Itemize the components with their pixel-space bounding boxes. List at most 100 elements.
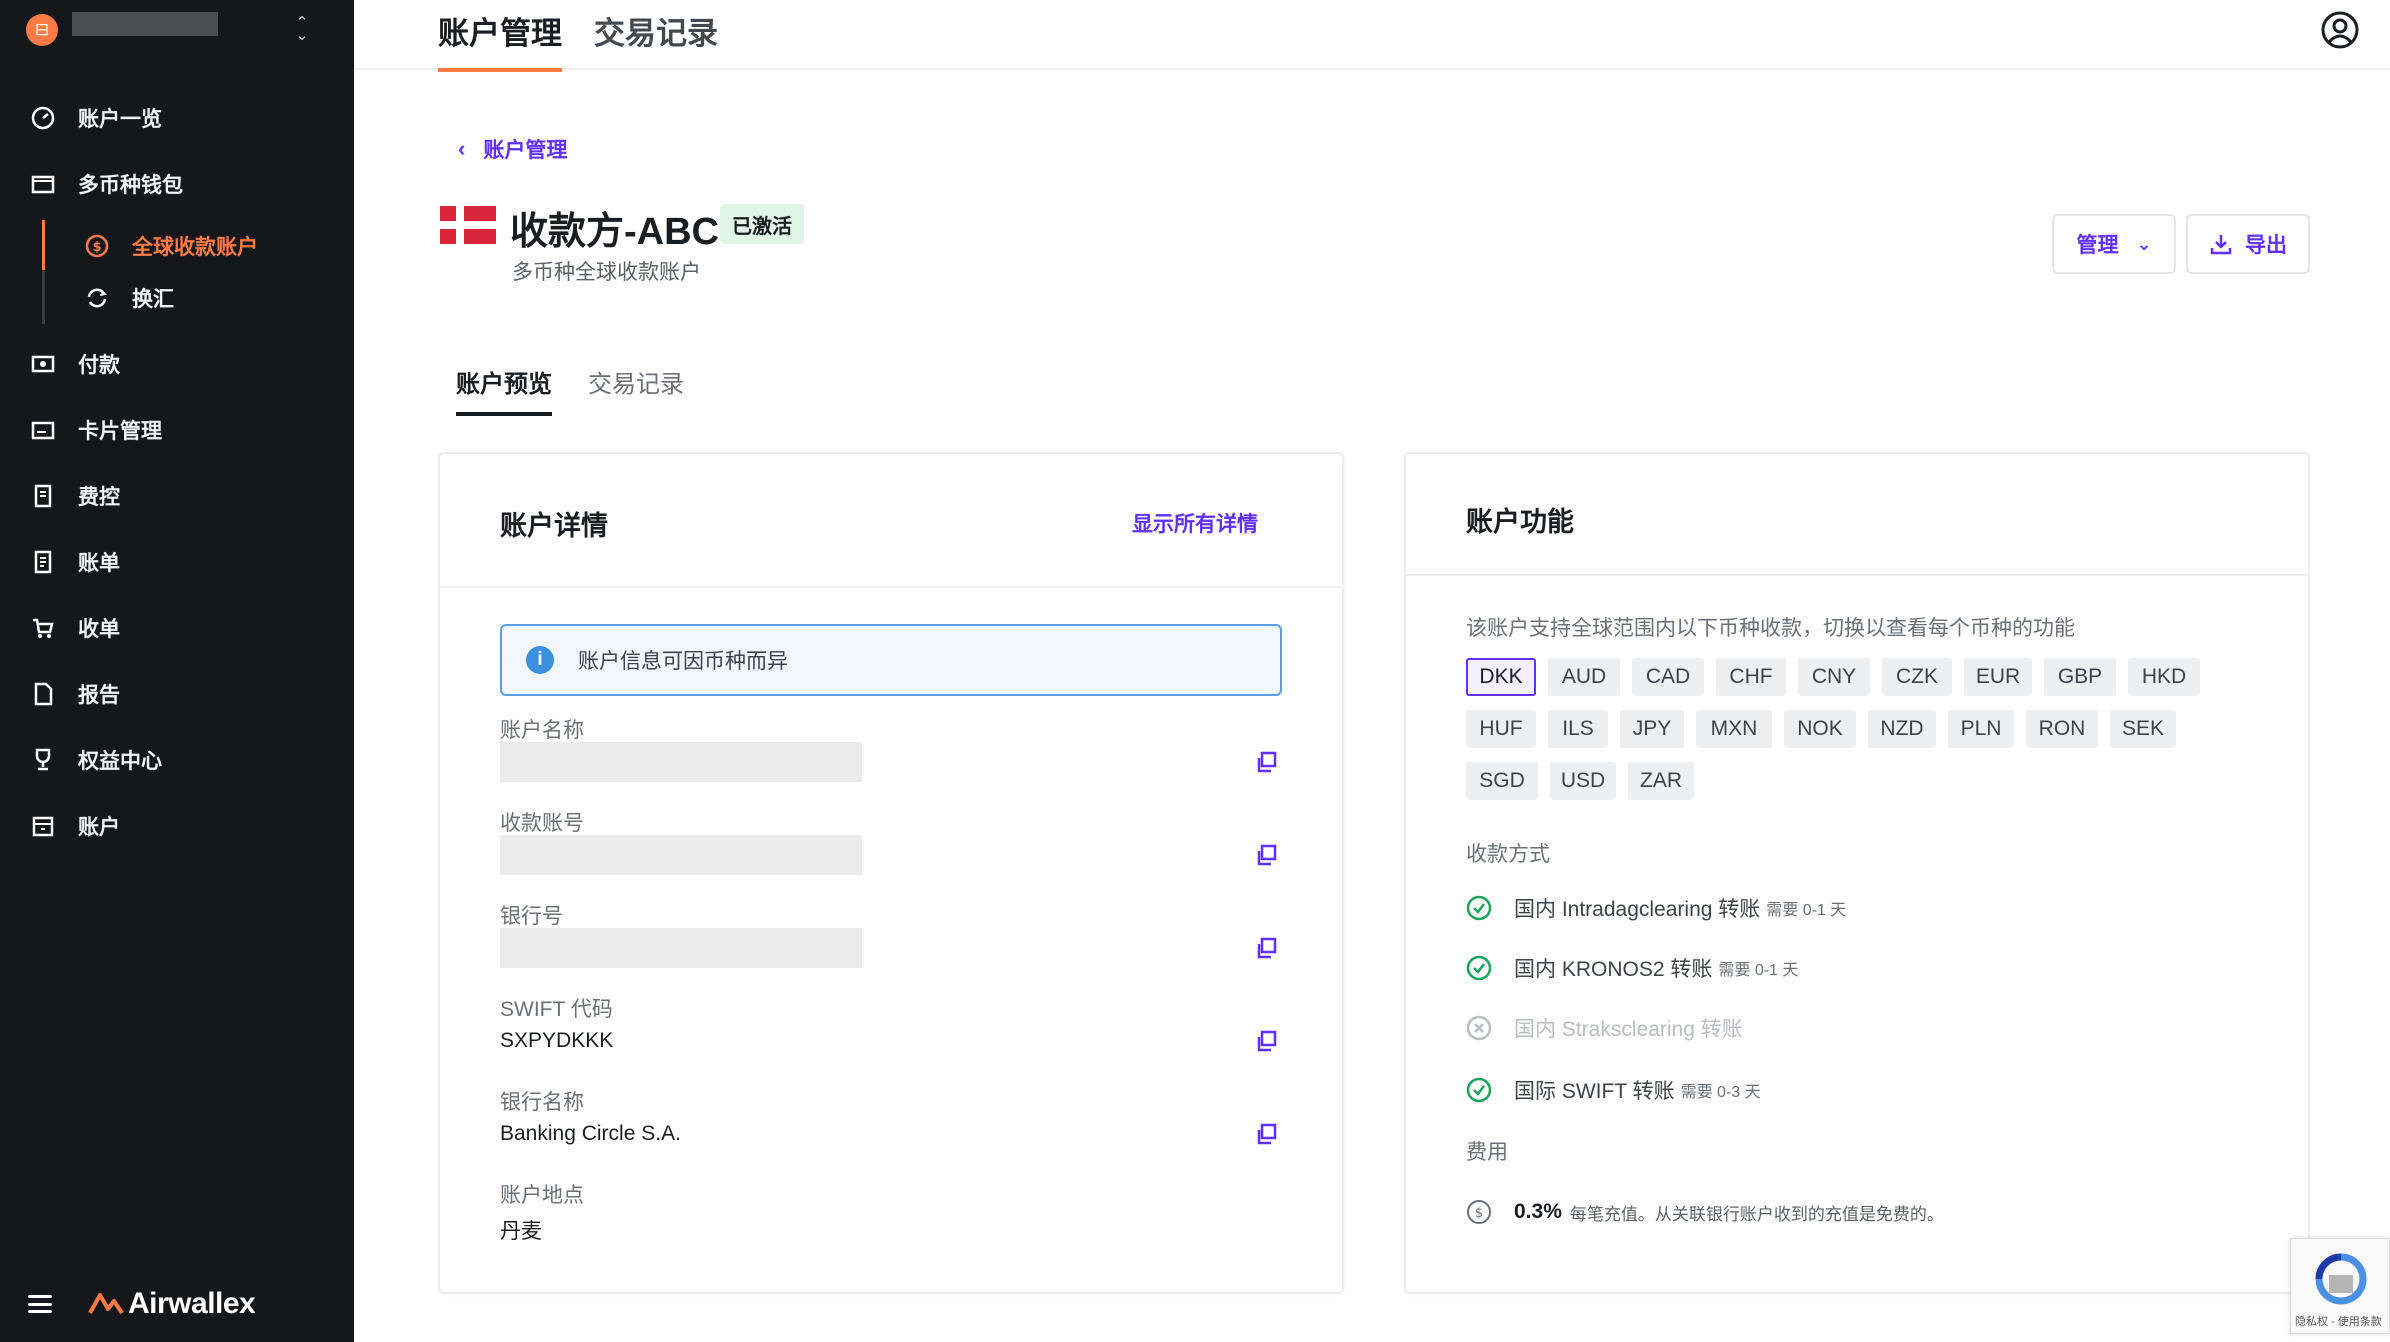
sidebar-item-label: 多币种钱包 bbox=[78, 174, 183, 197]
currency-chip[interactable]: USD bbox=[1550, 762, 1616, 800]
page-title: 收款方-ABC bbox=[510, 211, 719, 253]
exchange-icon bbox=[82, 283, 112, 313]
currency-chip[interactable]: RON bbox=[2026, 710, 2098, 748]
sidebar-item-label: 报告 bbox=[78, 684, 120, 707]
tab-account-overview[interactable]: 账户预览 bbox=[456, 364, 552, 416]
fee-row: $ 0.3% 每笔充值。从关联银行账户收到的充值是免费的。 bbox=[1466, 1196, 1944, 1228]
org-name-redacted bbox=[72, 12, 218, 36]
sidebar-item-acquiring[interactable]: 收单 bbox=[28, 608, 120, 648]
sidebar-item-dashboard[interactable]: 账户一览 bbox=[28, 98, 162, 138]
airwallex-logo: Airwallex bbox=[88, 1287, 256, 1321]
sidebar-item-reports[interactable]: 报告 bbox=[28, 674, 120, 714]
export-button[interactable]: 导出 bbox=[2186, 214, 2310, 274]
card-title: 账户详情 bbox=[500, 511, 608, 541]
svg-text:$: $ bbox=[92, 240, 101, 255]
org-switcher[interactable]: ⊟ ⌃ ⌄ bbox=[26, 12, 326, 46]
copy-icon[interactable] bbox=[1254, 1029, 1278, 1053]
sidebar-item-rewards[interactable]: 权益中心 bbox=[28, 740, 162, 780]
wallet-icon bbox=[28, 169, 58, 199]
currency-chip[interactable]: HKD bbox=[2128, 658, 2200, 696]
sidebar-footer: Airwallex bbox=[28, 1284, 256, 1324]
sidebar-item-label: 账单 bbox=[78, 552, 120, 575]
currency-chip[interactable]: AUD bbox=[1548, 658, 1620, 696]
sidebar-item-account[interactable]: 账户 bbox=[28, 806, 120, 846]
currency-chip[interactable]: JPY bbox=[1620, 710, 1684, 748]
sidebar-item-payout[interactable]: 付款 bbox=[28, 344, 120, 384]
currency-chip[interactable]: DKK bbox=[1466, 658, 1536, 696]
menu-icon[interactable] bbox=[28, 1295, 52, 1313]
sidebar-item-bills[interactable]: 账单 bbox=[28, 542, 120, 582]
field-bank-code: 银行号 bbox=[500, 900, 1280, 980]
tab-transactions[interactable]: 交易记录 bbox=[594, 8, 718, 70]
card-icon bbox=[28, 415, 58, 445]
currency-chip[interactable]: NZD bbox=[1868, 710, 1936, 748]
sidebar-item-label: 卡片管理 bbox=[78, 420, 162, 443]
top-bar: 账户管理 交易记录 bbox=[354, 0, 2390, 72]
check-circle-icon bbox=[1466, 955, 1492, 981]
sidebar-subitem-global-account[interactable]: $ 全球收款账户 bbox=[82, 226, 258, 266]
recaptcha-badge[interactable]: 隐私权 - 使用条款 bbox=[2290, 1238, 2390, 1334]
sidebar-subitem-label: 换汇 bbox=[132, 288, 174, 311]
sidebar-item-label: 费控 bbox=[78, 486, 120, 509]
store-icon bbox=[28, 811, 58, 841]
currency-chip[interactable]: ZAR bbox=[1628, 762, 1694, 800]
field-account-location: 账户地点 丹麦 bbox=[500, 1184, 584, 1243]
expense-icon bbox=[28, 481, 58, 511]
currency-chip[interactable]: ILS bbox=[1548, 710, 1608, 748]
sidebar-item-cards[interactable]: 卡片管理 bbox=[28, 410, 162, 450]
currency-chip[interactable]: CAD bbox=[1632, 658, 1704, 696]
copy-icon[interactable] bbox=[1254, 1122, 1278, 1146]
features-description: 该账户支持全球范围内以下币种收款，切换以查看每个币种的功能 bbox=[1466, 617, 2075, 640]
currency-chip[interactable]: NOK bbox=[1784, 710, 1856, 748]
currency-chip[interactable]: EUR bbox=[1964, 658, 2032, 696]
recaptcha-icon bbox=[2315, 1253, 2367, 1305]
fee-label: 费用 bbox=[1466, 1141, 1508, 1164]
sidebar-item-expense[interactable]: 费控 bbox=[28, 476, 120, 516]
manage-button[interactable]: 管理 ⌄ bbox=[2052, 214, 2176, 274]
sidebar-item-wallet[interactable]: 多币种钱包 bbox=[28, 164, 183, 204]
currency-chip[interactable]: GBP bbox=[2044, 658, 2116, 696]
account-features-card: 账户功能 该账户支持全球范围内以下币种收款，切换以查看每个币种的功能 DKK A… bbox=[1404, 452, 2310, 1294]
currency-chip[interactable]: HUF bbox=[1466, 710, 1536, 748]
copy-icon[interactable] bbox=[1254, 936, 1278, 960]
coin-icon: $ bbox=[1467, 1200, 1491, 1224]
sidebar-subitem-label: 全球收款账户 bbox=[132, 236, 258, 259]
chevron-left-icon: ‹ bbox=[458, 136, 466, 161]
currency-chip[interactable]: PLN bbox=[1948, 710, 2014, 748]
redacted-value bbox=[500, 835, 862, 875]
chevron-updown-icon[interactable]: ⌃ ⌄ bbox=[290, 15, 314, 43]
tab-account-management[interactable]: 账户管理 bbox=[438, 8, 562, 72]
field-swift-code: SWIFT 代码 SXPYDKKK bbox=[500, 993, 1280, 1073]
show-all-details-link[interactable]: 显示所有详情 bbox=[1132, 508, 1258, 538]
sidebar-item-label: 账户一览 bbox=[78, 108, 162, 131]
sidebar-item-label: 付款 bbox=[78, 354, 120, 377]
back-label: 账户管理 bbox=[483, 139, 568, 162]
chevron-down-icon: ⌄ bbox=[2136, 233, 2152, 254]
download-icon bbox=[2210, 235, 2232, 255]
trophy-icon bbox=[28, 745, 58, 775]
check-circle-icon bbox=[1466, 895, 1492, 921]
back-link[interactable]: ‹ 账户管理 bbox=[458, 134, 567, 164]
card-header: 账户功能 bbox=[1406, 454, 2308, 576]
check-circle-icon bbox=[1466, 1077, 1492, 1103]
copy-icon[interactable] bbox=[1254, 750, 1278, 774]
tab-account-transactions[interactable]: 交易记录 bbox=[588, 364, 684, 416]
redacted-value bbox=[500, 928, 862, 968]
status-badge: 已激活 bbox=[720, 204, 804, 244]
method-item: 国内 KRONOS2 转账 需要 0-1 天 bbox=[1466, 952, 1798, 984]
sidebar-item-label: 权益中心 bbox=[78, 750, 162, 773]
sidebar-subitem-fx[interactable]: 换汇 bbox=[82, 278, 174, 318]
card-header: 账户详情 显示所有详情 bbox=[440, 454, 1342, 588]
currency-chip[interactable]: CZK bbox=[1882, 658, 1952, 696]
currency-chip[interactable]: MXN bbox=[1696, 710, 1772, 748]
redacted-value bbox=[500, 742, 862, 782]
copy-icon[interactable] bbox=[1254, 843, 1278, 867]
payout-icon bbox=[28, 349, 58, 379]
sidebar: ⊟ ⌃ ⌄ 账户一览 多币种钱包 $ 全球收款账户 换汇 付款 卡片管理 费控 账… bbox=[0, 0, 354, 1342]
currency-chip[interactable]: CHF bbox=[1716, 658, 1786, 696]
user-icon[interactable] bbox=[2320, 10, 2360, 50]
card-title: 账户功能 bbox=[1466, 507, 1574, 537]
currency-chip[interactable]: SGD bbox=[1466, 762, 1538, 800]
currency-chip[interactable]: CNY bbox=[1798, 658, 1870, 696]
currency-chip[interactable]: SEK bbox=[2110, 710, 2176, 748]
